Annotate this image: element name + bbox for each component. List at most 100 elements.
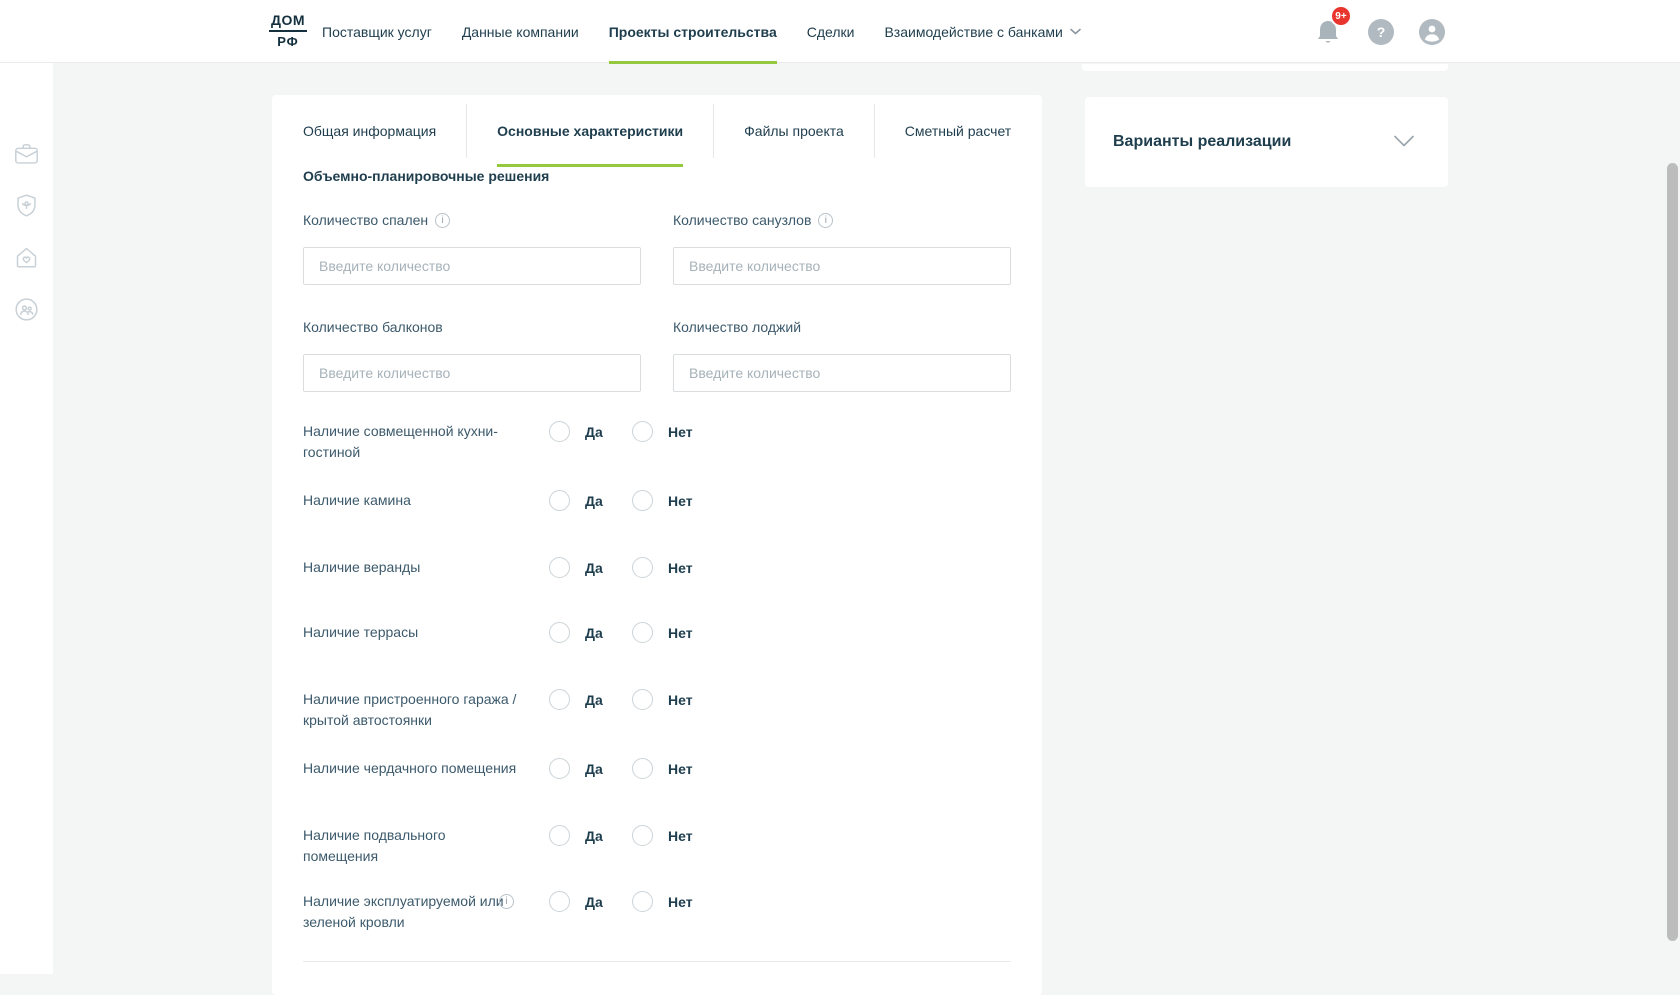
number-field: Количество лоджий bbox=[673, 317, 1011, 392]
tab-separator bbox=[466, 104, 467, 158]
tab-label: Сметный расчет bbox=[905, 123, 1011, 139]
info-icon[interactable]: i bbox=[435, 213, 450, 228]
radio-circle[interactable] bbox=[632, 421, 653, 442]
field-label: Количество спален i bbox=[303, 210, 641, 230]
shield-emblem-icon[interactable] bbox=[13, 192, 40, 219]
nav-item[interactable]: Данные компании bbox=[462, 0, 579, 63]
radio-no-label: Нет bbox=[668, 493, 693, 509]
radio-circle[interactable] bbox=[632, 622, 653, 643]
tab[interactable]: Файлы проекта bbox=[744, 95, 844, 167]
nav-item-label: Взаимодействие с банками bbox=[884, 24, 1062, 40]
main-content-card: Общая информация Основные характеристики… bbox=[272, 95, 1042, 995]
scrolled-card-edge bbox=[1082, 64, 1448, 71]
radio-no-label: Нет bbox=[668, 424, 693, 440]
tab[interactable]: Сметный расчет bbox=[905, 95, 1011, 167]
radio-row-label: Наличие чердачного помещения bbox=[303, 758, 521, 779]
nav-item[interactable]: Взаимодействие с банками bbox=[884, 0, 1080, 63]
radio-yes[interactable]: Да bbox=[549, 557, 603, 578]
number-field: Количество балконов bbox=[303, 317, 641, 392]
quantity-input[interactable] bbox=[673, 247, 1011, 285]
briefcase-icon[interactable] bbox=[13, 141, 40, 168]
field-label-text: Количество балконов bbox=[303, 319, 443, 335]
dom-rf-logo[interactable]: ДОМ РФ bbox=[266, 13, 310, 48]
radio-yes[interactable]: Да bbox=[549, 622, 603, 643]
nav-item[interactable]: Поставщик услуг bbox=[322, 0, 432, 63]
radio-yes[interactable]: Да bbox=[549, 758, 603, 779]
chevron-down-icon[interactable] bbox=[1393, 134, 1415, 148]
radio-circle[interactable] bbox=[632, 825, 653, 846]
tab-label: Основные характеристики bbox=[497, 123, 683, 139]
radio-circle[interactable] bbox=[632, 758, 653, 779]
top-header: ДОМ РФ Поставщик услуг Данные компании П… bbox=[0, 0, 1680, 63]
field-label-text: Количество спален bbox=[303, 212, 428, 228]
radio-no[interactable]: Нет bbox=[632, 557, 693, 578]
radio-yes[interactable]: Да bbox=[549, 689, 603, 710]
page-scrollbar-thumb[interactable] bbox=[1667, 163, 1678, 941]
radio-circle[interactable] bbox=[632, 557, 653, 578]
field-label: Количество лоджий bbox=[673, 317, 1011, 337]
radio-circle[interactable] bbox=[549, 891, 570, 912]
field-label-text: Количество лоджий bbox=[673, 319, 801, 335]
left-icon-rail bbox=[0, 63, 53, 974]
radio-row-label: Наличие подвального помещения bbox=[303, 825, 521, 867]
radio-circle[interactable] bbox=[549, 490, 570, 511]
nav-item[interactable]: Проекты строительства bbox=[609, 0, 777, 63]
radio-no-label: Нет bbox=[668, 828, 693, 844]
quantity-input[interactable] bbox=[303, 354, 641, 392]
radio-circle[interactable] bbox=[549, 421, 570, 442]
tab[interactable]: Общая информация bbox=[303, 95, 436, 167]
implementation-options-panel[interactable]: Варианты реализации bbox=[1085, 97, 1448, 187]
radio-no[interactable]: Нет bbox=[632, 689, 693, 710]
logo-text-bottom: РФ bbox=[266, 35, 310, 48]
form-divider bbox=[303, 961, 1011, 962]
quantity-input[interactable] bbox=[673, 354, 1011, 392]
field-label: Количество балконов bbox=[303, 317, 641, 337]
radio-row-label: Наличие камина bbox=[303, 490, 521, 511]
nav-item-label: Поставщик услуг bbox=[322, 24, 432, 40]
radio-no-label: Нет bbox=[668, 894, 693, 910]
radio-no[interactable]: Нет bbox=[632, 825, 693, 846]
panel-title: Варианты реализации bbox=[1113, 97, 1291, 187]
radio-yes[interactable]: Да bbox=[549, 490, 603, 511]
radio-yes[interactable]: Да bbox=[549, 421, 603, 442]
info-icon[interactable]: i bbox=[818, 213, 833, 228]
logo-text-top: ДОМ bbox=[266, 13, 310, 27]
tab[interactable]: Основные характеристики bbox=[497, 95, 683, 167]
help-icon[interactable]: ? bbox=[1368, 19, 1394, 45]
radio-no-label: Нет bbox=[668, 560, 693, 576]
radio-row-label: Наличие террасы bbox=[303, 622, 521, 643]
radio-circle[interactable] bbox=[549, 557, 570, 578]
radio-yes-label: Да bbox=[585, 692, 603, 708]
nav-item-label: Сделки bbox=[807, 24, 855, 40]
radio-circle[interactable] bbox=[549, 622, 570, 643]
radio-yes[interactable]: Да bbox=[549, 825, 603, 846]
radio-no[interactable]: Нет bbox=[632, 891, 693, 912]
nav-item[interactable]: Сделки bbox=[807, 0, 855, 63]
profile-icon[interactable] bbox=[1419, 19, 1445, 45]
radio-no[interactable]: Нет bbox=[632, 758, 693, 779]
radio-no[interactable]: Нет bbox=[632, 421, 693, 442]
radio-yes-label: Да bbox=[585, 493, 603, 509]
nav-item-label: Проекты строительства bbox=[609, 24, 777, 40]
tab-separator bbox=[874, 104, 875, 158]
quantity-input[interactable] bbox=[303, 247, 641, 285]
radio-no[interactable]: Нет bbox=[632, 490, 693, 511]
chevron-down-icon bbox=[1070, 28, 1081, 35]
radio-circle[interactable] bbox=[549, 825, 570, 846]
radio-circle[interactable] bbox=[549, 758, 570, 779]
radio-row-label: Наличие совмещенной кухни-гостиной bbox=[303, 421, 521, 463]
radio-yes[interactable]: Да bbox=[549, 891, 603, 912]
radio-no-label: Нет bbox=[668, 761, 693, 777]
radio-no-label: Нет bbox=[668, 625, 693, 641]
field-label-text: Количество санузлов bbox=[673, 212, 811, 228]
radio-circle[interactable] bbox=[632, 689, 653, 710]
radio-circle[interactable] bbox=[632, 490, 653, 511]
radio-circle[interactable] bbox=[632, 891, 653, 912]
info-icon[interactable]: i bbox=[499, 894, 514, 909]
tab-bar: Общая информация Основные характеристики… bbox=[272, 95, 1042, 167]
people-circle-icon[interactable] bbox=[13, 296, 40, 323]
house-heart-icon[interactable] bbox=[13, 244, 40, 271]
radio-no[interactable]: Нет bbox=[632, 622, 693, 643]
field-label: Количество санузлов i bbox=[673, 210, 1011, 230]
radio-circle[interactable] bbox=[549, 689, 570, 710]
